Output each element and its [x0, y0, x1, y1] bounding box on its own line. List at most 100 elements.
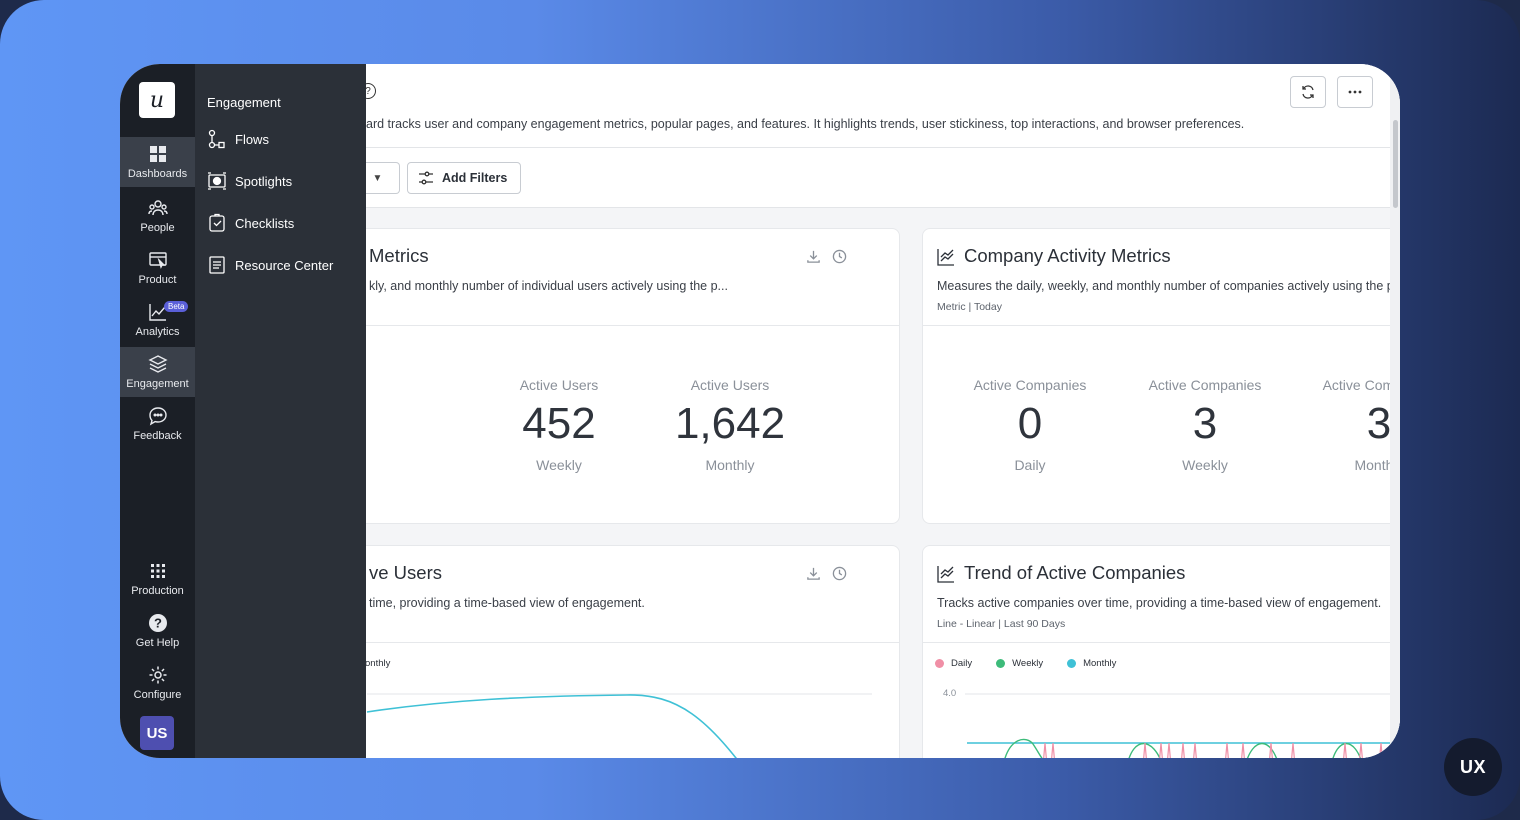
metric-period: Weekly [1182, 457, 1228, 473]
more-horizontal-icon [1348, 90, 1362, 94]
nav-configure-label: Configure [133, 689, 182, 701]
nav-feedback-label: Feedback [133, 430, 182, 442]
legend-dot [996, 659, 1006, 668]
nav-analytics[interactable]: Analytics Beta [120, 295, 195, 345]
nav-dashboards-label: Dashboards [127, 168, 188, 180]
submenu-item-checklists[interactable]: Checklists [207, 211, 294, 235]
nav-get-help[interactable]: ? Get Help [120, 606, 195, 656]
submenu-title: Engagement [207, 95, 281, 110]
legend-dot [935, 659, 944, 668]
user-avatar[interactable]: US [140, 716, 174, 750]
info-help-icon[interactable]: ? [366, 83, 376, 99]
nav-analytics-label: Analytics [135, 326, 180, 338]
metric-period: Monthly [1354, 457, 1400, 473]
svg-text:?: ? [154, 616, 162, 631]
submenu-item-label: Spotlights [235, 173, 293, 189]
trend-active-users-card: ve Users time, providing a time-based vi… [366, 545, 900, 758]
monthly-series-line [366, 694, 738, 758]
nav-engagement-label: Engagement [126, 378, 189, 390]
users-trend-chart [366, 693, 872, 758]
layers-icon [147, 355, 168, 373]
app-logo[interactable]: u [139, 82, 175, 118]
legend-label: Weekly [1012, 658, 1044, 669]
legend-item-weekly[interactable]: Weekly [996, 658, 1043, 669]
metric-period: Monthly [705, 457, 755, 473]
chart-line-icon [937, 566, 954, 583]
clock-icon[interactable] [832, 566, 847, 581]
nav-engagement[interactable]: Engagement [120, 347, 195, 397]
nav-product[interactable]: Product [120, 243, 195, 293]
nav-feedback[interactable]: Feedback [120, 399, 195, 449]
card-title: Trend of Active Companies [964, 562, 1186, 583]
nav-people[interactable]: People [120, 191, 195, 241]
metric-label: Active Users [519, 377, 599, 393]
more-options-button[interactable] [1337, 76, 1373, 108]
metric-label: Active Companies [1322, 377, 1400, 393]
submenu-item-label: Checklists [235, 215, 295, 231]
metric-period: Daily [1014, 457, 1046, 473]
apps-grid-icon [150, 564, 165, 578]
resource-center-icon [209, 256, 225, 274]
card-description: kly, and monthly number of individual us… [369, 279, 728, 293]
filter-bar: ▼ Add Filters [366, 148, 1390, 208]
nav-dashboards[interactable]: Dashboards [120, 137, 195, 187]
dashboard-grid-icon [149, 146, 166, 162]
card-title: ve Users [369, 562, 442, 583]
background: u Dashboards People Product Analytics Be… [0, 0, 1520, 820]
card-header: ve Users time, providing a time-based vi… [366, 546, 899, 643]
legend-label: Daily [951, 658, 973, 669]
metric-value: 452 [522, 399, 596, 448]
refresh-button[interactable] [1290, 76, 1326, 108]
card-description: Tracks active companies over time, provi… [937, 596, 1382, 610]
nav-product-label: Product [138, 274, 177, 286]
card-title: Metrics [369, 245, 429, 266]
date-range-dropdown[interactable]: ▼ [366, 162, 400, 194]
card-header: Metrics kly, and monthly number of indiv… [366, 229, 899, 326]
nav-configure[interactable]: Configure [120, 658, 195, 708]
submenu-item-spotlights[interactable]: Spotlights [207, 169, 292, 193]
download-icon[interactable] [806, 566, 821, 581]
dashboard-header: ? ard tracks user and company engagement… [366, 64, 1390, 148]
metric-monthly-users: Active Users 1,642 Monthly [650, 377, 810, 473]
checklist-icon [209, 213, 225, 232]
beta-badge: Beta [164, 301, 189, 312]
filter-sliders-icon [419, 171, 433, 185]
clock-icon[interactable] [832, 249, 847, 264]
gear-icon [149, 666, 166, 684]
card-meta: Line - Linear | Last 90 Days [937, 618, 1066, 630]
engagement-submenu: Engagement Flows Spotlights Checklists R… [195, 64, 366, 758]
legend-dot [1067, 659, 1077, 668]
scrollbar-thumb[interactable] [1393, 120, 1398, 208]
main-content: ? ard tracks user and company engagement… [366, 64, 1400, 758]
metric-weekly-users: Active Users 452 Weekly [479, 377, 639, 473]
submenu-item-resource-center[interactable]: Resource Center [207, 253, 333, 277]
submenu-item-flows[interactable]: Flows [207, 127, 269, 151]
user-activity-metrics-card: Metrics kly, and monthly number of indiv… [366, 228, 900, 524]
download-icon[interactable] [806, 249, 821, 264]
daily-series-line [1043, 742, 1397, 758]
trend-active-companies-card: Trend of Active Companies Tracks active … [922, 545, 1400, 758]
chart-legend: Daily Weekly Monthly [935, 658, 1140, 669]
feedback-bubble-icon [148, 407, 167, 426]
chart-legend: onthly [366, 658, 390, 669]
primary-nav-rail: u Dashboards People Product Analytics Be… [120, 64, 195, 758]
legend-item-monthly[interactable]: Monthly [1067, 658, 1116, 669]
card-header: Company Activity Metrics Measures the da… [923, 229, 1400, 326]
add-filters-button[interactable]: Add Filters [407, 162, 521, 194]
legend-label: Monthly [1083, 658, 1117, 669]
card-title: Company Activity Metrics [964, 245, 1171, 266]
chevron-down-icon: ▼ [372, 172, 383, 184]
app-window: u Dashboards People Product Analytics Be… [120, 64, 1400, 758]
nav-production[interactable]: Production [120, 554, 195, 604]
metric-label: Active Companies [1148, 377, 1262, 393]
metric-value: 3 [1192, 399, 1218, 448]
add-filters-label: Add Filters [442, 171, 508, 185]
metric-value: 0 [1017, 399, 1043, 448]
card-header: Trend of Active Companies Tracks active … [923, 546, 1400, 643]
submenu-item-label: Resource Center [235, 257, 334, 273]
metric-weekly-companies: Active Companies 3 Weekly [1125, 377, 1285, 473]
vertical-scrollbar[interactable] [1390, 64, 1400, 758]
metric-period: Weekly [536, 457, 582, 473]
legend-item-daily[interactable]: Daily [935, 658, 972, 669]
help-icon: ? [148, 614, 167, 632]
